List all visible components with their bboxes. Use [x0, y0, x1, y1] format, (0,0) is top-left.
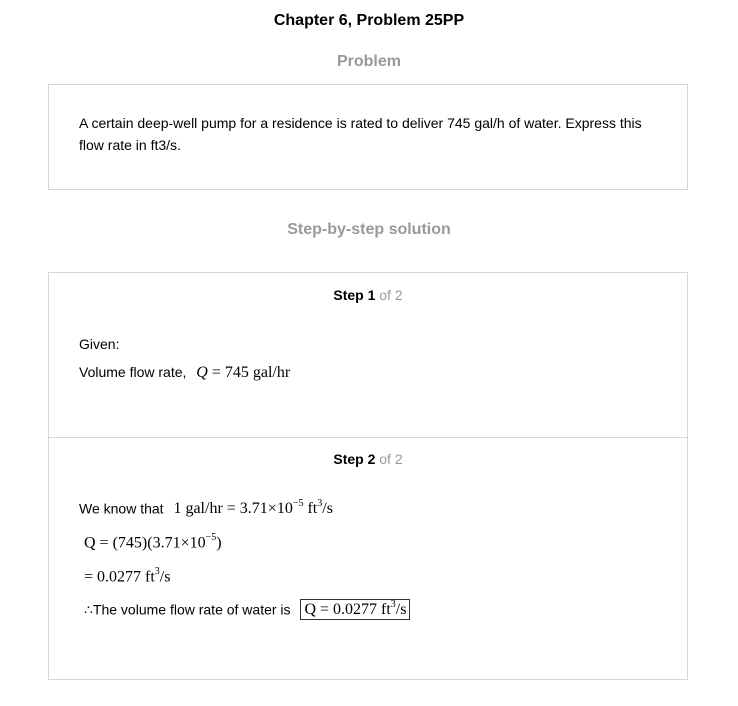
step-2-label: Step 2: [333, 451, 376, 467]
therefore-text: ∴The volume flow rate of water is: [84, 601, 291, 618]
step-1-label: Step 1: [333, 287, 376, 303]
calc-exp: −5: [205, 532, 217, 543]
page-title: Chapter 6, Problem 25PP: [273, 12, 465, 29]
answer-box: Q = 0.0277 ft3/s: [300, 599, 411, 621]
conversion-exp: −5: [292, 498, 304, 509]
flow-rate-math: Q = 745 gal/hr: [196, 364, 291, 381]
problem-heading: Problem: [336, 53, 401, 70]
conversion-math: 1 gal/hr = 3.71×10−5 ft3/s: [173, 498, 333, 518]
conversion-line: We know that 1 gal/hr = 3.71×10−5 ft3/s: [79, 498, 333, 518]
conversion-base: 1 gal/hr = 3.71×10: [173, 500, 293, 518]
step-1-count: of 2: [379, 287, 403, 303]
calc-base: Q = (745)(3.71×10: [84, 534, 206, 552]
solution-box: Step 1 of 2 Given: Volume flow rate, Q =…: [48, 272, 688, 680]
calc-line: Q = (745)(3.71×10−5): [84, 532, 222, 552]
step-2-header: Step 2 of 2: [49, 451, 687, 467]
step-1-header: Step 1 of 2: [49, 287, 687, 303]
conclusion-line: ∴The volume flow rate of water is Q = 0.…: [84, 599, 411, 621]
flow-rate-label: Volume flow rate,: [79, 364, 187, 380]
step-divider: [49, 437, 687, 438]
flow-rate-value: 745 gal/hr: [224, 364, 291, 381]
flow-rate-line: Volume flow rate, Q = 745 gal/hr: [79, 364, 290, 382]
conversion-unit: ft: [303, 500, 318, 518]
problem-text: A certain deep-well pump for a residence…: [79, 115, 642, 153]
problem-box: A certain deep-well pump for a residence…: [48, 84, 688, 190]
result-value: = 0.0277 ft: [84, 568, 155, 586]
given-label: Given:: [79, 336, 120, 352]
step-2-count: of 2: [379, 451, 403, 467]
result-line: = 0.0277 ft3/s: [84, 566, 171, 586]
answer-value: Q = 0.0277 ft: [304, 601, 391, 619]
know-text: We know that: [79, 500, 164, 517]
solution-heading: Step-by-step solution: [287, 221, 451, 238]
